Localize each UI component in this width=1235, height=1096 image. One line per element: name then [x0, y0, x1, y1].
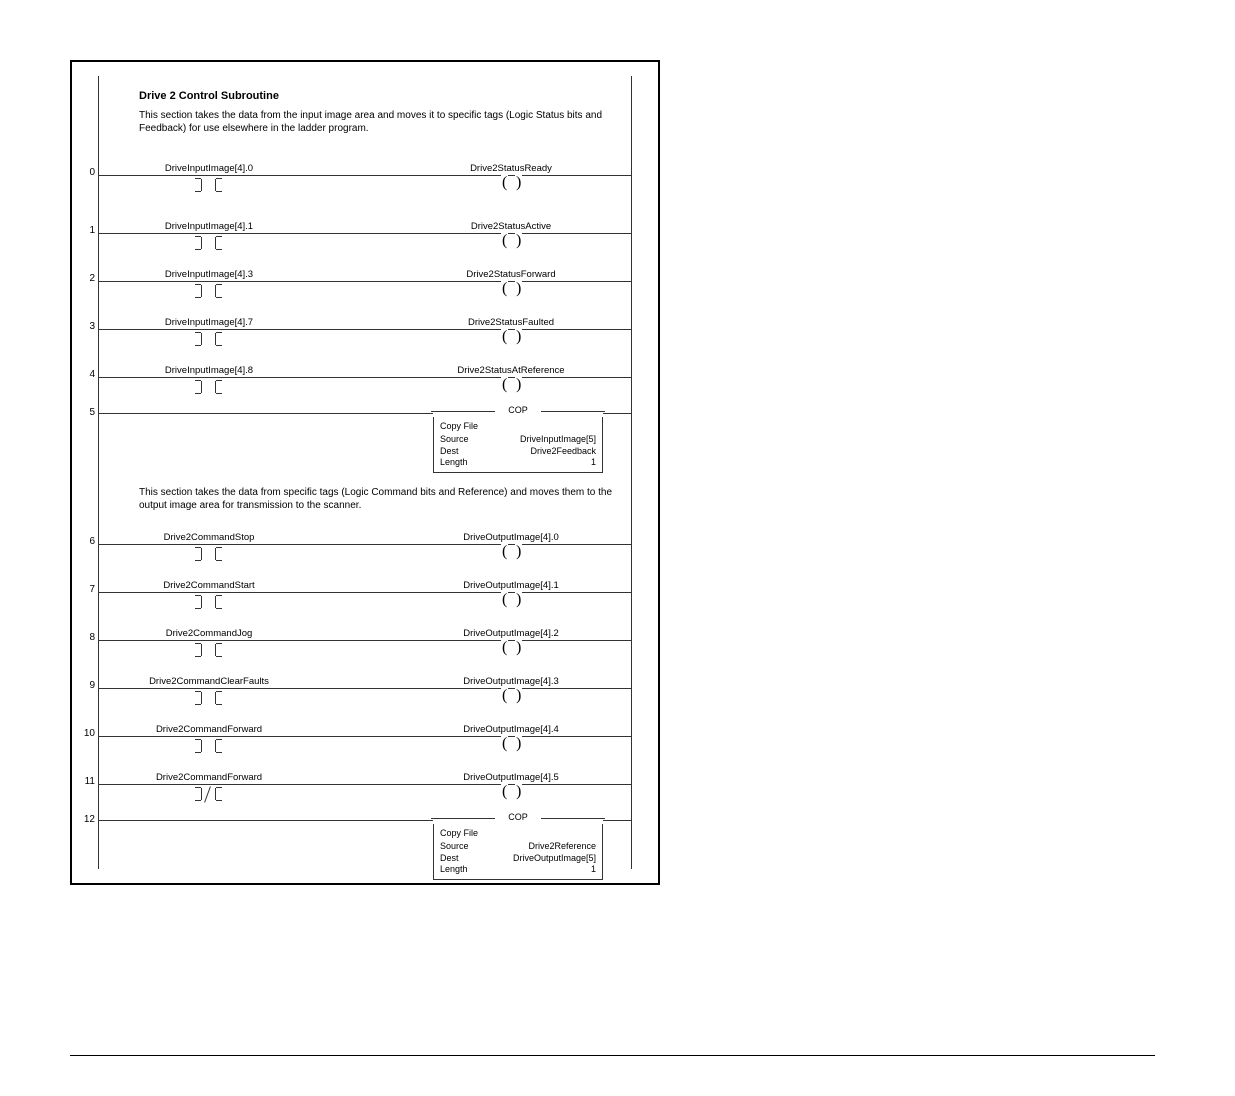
rung-number: 4	[83, 369, 95, 380]
rung-number: 3	[83, 321, 95, 332]
section1-description: This section takes the data from the inp…	[139, 110, 621, 135]
cop-param-value: DriveOutputImage[5]	[459, 853, 596, 864]
xic-contact: Drive2CommandJog	[149, 630, 269, 657]
rung-11: 11 Drive2CommandForward DriveOutputImage…	[99, 756, 631, 804]
ote-coil: Drive2StatusActive ()	[421, 223, 601, 250]
xic-contact: Drive2CommandStart	[149, 582, 269, 609]
coil-label: DriveOutputImage[4].1	[421, 580, 601, 591]
coil-label: Drive2StatusFaulted	[421, 317, 601, 328]
cop-param-value: Drive2Feedback	[459, 446, 596, 457]
rung-7: 7 Drive2CommandStart DriveOutputImage[4]…	[99, 564, 631, 612]
coil-label: DriveOutputImage[4].0	[421, 532, 601, 543]
rung-number: 11	[83, 776, 95, 787]
coil-label: DriveOutputImage[4].2	[421, 628, 601, 639]
xic-contact: DriveInputImage[4].0	[149, 165, 269, 192]
rung-number: 1	[83, 225, 95, 236]
page-footer-rule	[70, 1055, 1155, 1056]
cop-param-label: Source	[440, 434, 469, 445]
ladder-diagram: Drive 2 Control Subroutine This section …	[98, 76, 632, 869]
cop-param-label: Dest	[440, 446, 459, 457]
diagram-frame: Drive 2 Control Subroutine This section …	[70, 60, 660, 885]
xic-contact: DriveInputImage[4].8	[149, 367, 269, 394]
rung-number: 2	[83, 273, 95, 284]
contact-label: Drive2CommandForward	[149, 772, 269, 783]
cop-title: Copy File	[440, 421, 596, 432]
cop-param-value: 1	[468, 864, 596, 875]
ote-coil: DriveOutputImage[4].4 ()	[421, 726, 601, 753]
xic-contact: DriveInputImage[4].3	[149, 271, 269, 298]
cop-title: Copy File	[440, 828, 596, 839]
coil-label: DriveOutputImage[4].5	[421, 772, 601, 783]
xic-contact: DriveInputImage[4].1	[149, 223, 269, 250]
cop-param-value: 1	[468, 457, 596, 468]
rung-number: 9	[83, 680, 95, 691]
cop-instruction: COP Copy File SourceDriveInputImage[5] D…	[433, 405, 603, 473]
contact-label: DriveInputImage[4].1	[149, 221, 269, 232]
coil-label: Drive2StatusActive	[421, 221, 601, 232]
ote-coil: DriveOutputImage[4].5 ()	[421, 774, 601, 801]
cop-param-label: Source	[440, 841, 469, 852]
contact-label: Drive2CommandJog	[149, 628, 269, 639]
ote-coil: DriveOutputImage[4].3 ()	[421, 678, 601, 705]
rung-number: 5	[83, 407, 95, 418]
rung-6: 6 Drive2CommandStop DriveOutputImage[4].…	[99, 516, 631, 564]
contact-label: Drive2CommandForward	[149, 724, 269, 735]
rung-10: 10 Drive2CommandForward DriveOutputImage…	[99, 708, 631, 756]
contact-label: DriveInputImage[4].0	[149, 163, 269, 174]
coil-label: Drive2StatusForward	[421, 269, 601, 280]
cop-param-label: Length	[440, 864, 468, 875]
cop-head: COP	[506, 405, 530, 415]
contact-label: Drive2CommandStart	[149, 580, 269, 591]
coil-label: DriveOutputImage[4].3	[421, 676, 601, 687]
rung-8: 8 Drive2CommandJog DriveOutputImage[4].2…	[99, 612, 631, 660]
contact-label: Drive2CommandStop	[149, 532, 269, 543]
cop-head: COP	[506, 812, 530, 822]
rung-number: 10	[83, 728, 95, 739]
xio-contact: Drive2CommandForward	[149, 774, 269, 801]
ote-coil: Drive2StatusReady ()	[421, 165, 601, 192]
rung-number: 6	[83, 536, 95, 547]
rung-12: 12 COP Copy File SourceDrive2Reference D…	[99, 804, 631, 890]
rung-0: 0 DriveInputImage[4].0 Drive2StatusReady…	[99, 147, 631, 205]
cop-param-label: Dest	[440, 853, 459, 864]
ote-coil: DriveOutputImage[4].2 ()	[421, 630, 601, 657]
cop-param-label: Length	[440, 457, 468, 468]
contact-label: DriveInputImage[4].3	[149, 269, 269, 280]
cop-param-value: Drive2Reference	[469, 841, 596, 852]
rung-3: 3 DriveInputImage[4].7 Drive2StatusFault…	[99, 301, 631, 349]
rung-number: 7	[83, 584, 95, 595]
coil-label: Drive2StatusAtReference	[421, 365, 601, 376]
ote-coil: DriveOutputImage[4].0 ()	[421, 534, 601, 561]
xic-contact: Drive2CommandClearFaults	[149, 678, 269, 705]
subroutine-title: Drive 2 Control Subroutine	[139, 90, 621, 102]
rung-5: 5 COP Copy File SourceDriveInputImage[5]…	[99, 397, 631, 483]
contact-label: DriveInputImage[4].7	[149, 317, 269, 328]
ote-coil: Drive2StatusAtReference ()	[421, 367, 601, 394]
rung-number: 0	[83, 167, 95, 178]
ote-coil: Drive2StatusForward ()	[421, 271, 601, 298]
contact-label: DriveInputImage[4].8	[149, 365, 269, 376]
rung-4: 4 DriveInputImage[4].8 Drive2StatusAtRef…	[99, 349, 631, 397]
section2-description: This section takes the data from specifi…	[139, 487, 621, 512]
xic-contact: DriveInputImage[4].7	[149, 319, 269, 346]
xic-contact: Drive2CommandForward	[149, 726, 269, 753]
coil-label: DriveOutputImage[4].4	[421, 724, 601, 735]
rung-number: 12	[83, 814, 95, 825]
rung-number: 8	[83, 632, 95, 643]
cop-param-value: DriveInputImage[5]	[469, 434, 596, 445]
rung-9: 9 Drive2CommandClearFaults DriveOutputIm…	[99, 660, 631, 708]
coil-label: Drive2StatusReady	[421, 163, 601, 174]
ote-coil: DriveOutputImage[4].1 ()	[421, 582, 601, 609]
contact-label: Drive2CommandClearFaults	[149, 676, 269, 687]
rung-2: 2 DriveInputImage[4].3 Drive2StatusForwa…	[99, 253, 631, 301]
xic-contact: Drive2CommandStop	[149, 534, 269, 561]
rung-1: 1 DriveInputImage[4].1 Drive2StatusActiv…	[99, 205, 631, 253]
ote-coil: Drive2StatusFaulted ()	[421, 319, 601, 346]
cop-instruction: COP Copy File SourceDrive2Reference Dest…	[433, 812, 603, 880]
